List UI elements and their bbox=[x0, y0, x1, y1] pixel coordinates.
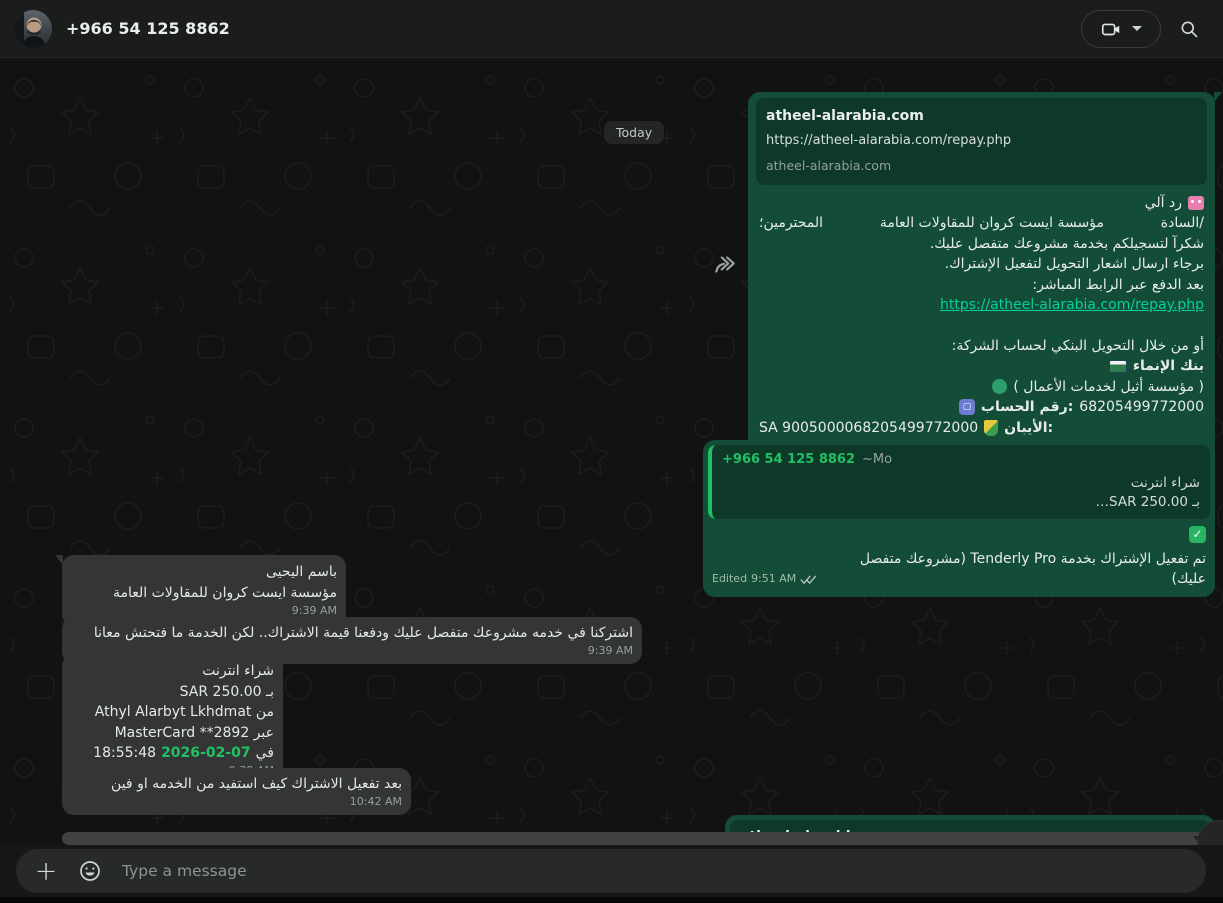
saudi-flag-emoji-icon bbox=[1109, 360, 1127, 373]
search-icon bbox=[1179, 19, 1199, 39]
contact-avatar[interactable] bbox=[14, 10, 52, 48]
auto-reply-label: رد آلي bbox=[1145, 193, 1182, 214]
forward-message-button[interactable] bbox=[706, 245, 744, 283]
message-time: 10:42 AM bbox=[350, 792, 402, 813]
activation-text: تم تفعيل الإشتراك بخدمة Tenderly Pro (مش… bbox=[825, 549, 1206, 590]
message-bubble-incoming[interactable]: بعد تفعيل الاشتراك كيف استفيد من الخدمه … bbox=[62, 768, 411, 815]
composer-bar: + Type a message bbox=[0, 845, 1223, 897]
emoji-icon bbox=[78, 859, 102, 883]
emoji-button[interactable] bbox=[72, 853, 108, 889]
link-preview[interactable]: atheel-alarabia.com https://atheel-alara… bbox=[756, 98, 1207, 185]
double-check-icon bbox=[800, 574, 817, 585]
salutation-left: المحترمين؛ bbox=[759, 213, 823, 234]
message-time: 9:39 AM bbox=[588, 641, 633, 662]
bank-name: بنك الإنماء bbox=[1133, 356, 1204, 377]
message-bubble-activation[interactable]: +966 54 125 8862 ~Mo شراء انترنت بـ SAR … bbox=[703, 440, 1215, 597]
bank-transfer-intro: أو من خلال التحويل البنكي لحساب الشركة: bbox=[759, 336, 1204, 357]
message-time: 9:51 AM bbox=[751, 569, 796, 590]
whatsapp-chat-window: +966 54 125 8862 bbox=[0, 0, 1223, 903]
message-line: مؤسسة ايست كروان للمقاولات العامة bbox=[71, 583, 337, 604]
quoted-sender-suffix: ~Mo bbox=[862, 450, 892, 471]
purchase-line: من Athyl Alarbyt Lkhdmat bbox=[71, 702, 274, 723]
salutation-middle: مؤسسة ايست كروان للمقاولات العامة bbox=[880, 213, 1104, 234]
quoted-text-line: شراء انترنت bbox=[722, 474, 1200, 493]
message-text: اشتركنا في خدمه مشروعك متفصل عليك ودفعنا… bbox=[71, 623, 633, 644]
robot-emoji-icon bbox=[1188, 196, 1204, 210]
iban-value: SA 9005000068205499772000 bbox=[759, 418, 978, 439]
message-line: بعد الدفع عبر الرابط المباشر: bbox=[759, 275, 1204, 296]
purchase-line: عبر MasterCard **2892 bbox=[71, 723, 274, 744]
bubble-tail bbox=[55, 555, 63, 565]
horizontal-scrollbar[interactable] bbox=[62, 832, 1215, 845]
account-number-label: رقم الحساب: bbox=[981, 397, 1073, 418]
purchase-time-value: 18:55:48 bbox=[93, 743, 156, 764]
quoted-message[interactable]: +966 54 125 8862 ~Mo شراء انترنت بـ SAR … bbox=[708, 445, 1210, 519]
plus-icon: + bbox=[35, 856, 58, 887]
link-preview-title: atheel-alarabia.com bbox=[766, 106, 1197, 127]
chat-header: +966 54 125 8862 bbox=[0, 0, 1223, 58]
account-holder: ( مؤسسة أثيل لخدمات الأعمال ) bbox=[1013, 377, 1204, 398]
salutation-right: السادة/ bbox=[1161, 213, 1204, 234]
account-number-value: 68205499772000 bbox=[1079, 397, 1204, 418]
message-bubble-purchase[interactable]: شراء انترنت بـ SAR 250.00 من Athyl Alarb… bbox=[62, 654, 283, 785]
quoted-text-line: بـ SAR 250.00… bbox=[722, 493, 1200, 512]
message-line: برجاء ارسال اشعار التحويل لتفعيل الإشترا… bbox=[759, 254, 1204, 275]
purchase-line: بـ SAR 250.00 bbox=[71, 682, 274, 703]
check-mark-emoji-icon: ✓ bbox=[1189, 526, 1206, 543]
video-call-button[interactable] bbox=[1081, 10, 1161, 48]
message-bubble-incoming[interactable]: باسم اليحيى مؤسسة ايست كروان للمقاولات ا… bbox=[62, 555, 346, 626]
video-camera-icon bbox=[1100, 18, 1122, 40]
chat-title: +966 54 125 8862 bbox=[66, 19, 230, 38]
chevron-down-icon[interactable] bbox=[1132, 26, 1142, 31]
green-circle-emoji-icon bbox=[992, 379, 1007, 394]
payment-link[interactable]: https://atheel-alarabia.com/repay.php bbox=[940, 297, 1204, 313]
message-list: Today atheel-alarabia.com https://atheel… bbox=[0, 58, 1223, 845]
forward-icon bbox=[712, 251, 738, 277]
iban-label: الأيبان: bbox=[1004, 418, 1053, 439]
window-edge bbox=[0, 897, 1223, 903]
bank-emoji-icon: ▢ bbox=[959, 399, 975, 415]
message-input[interactable]: Type a message bbox=[122, 862, 1196, 880]
beginner-badge-emoji-icon bbox=[984, 420, 998, 436]
search-button[interactable] bbox=[1169, 9, 1209, 49]
link-preview-domain: atheel-alarabia.com bbox=[766, 156, 1197, 177]
attach-button[interactable]: + bbox=[26, 851, 66, 891]
quoted-sender: +966 54 125 8862 bbox=[722, 450, 855, 471]
avatar-image bbox=[14, 10, 52, 48]
edited-label: Edited bbox=[712, 569, 747, 590]
bubble-tail bbox=[1214, 92, 1222, 102]
message-line: باسم اليحيى bbox=[71, 562, 337, 583]
date-divider: Today bbox=[604, 121, 664, 144]
message-input-container[interactable]: + Type a message bbox=[16, 849, 1206, 893]
purchase-line: شراء انترنت bbox=[71, 661, 274, 682]
link-preview-url: https://atheel-alarabia.com/repay.php bbox=[766, 131, 1197, 152]
message-line: شكرآ لتسجيلكم بخدمة مشروعك متفصل عليك. bbox=[759, 234, 1204, 255]
message-bubble-auto-reply[interactable]: atheel-alarabia.com https://atheel-alara… bbox=[748, 92, 1215, 462]
